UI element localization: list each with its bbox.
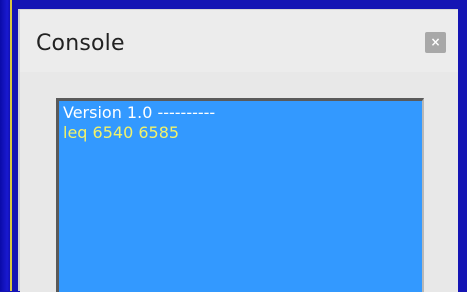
console-content: Version 1.0 ---------- leq 6540 6585 [20, 72, 458, 292]
console-window: Console × Version 1.0 ---------- leq 654… [18, 9, 458, 292]
background-edge [0, 0, 12, 291]
console-line-command: leq 6540 6585 [63, 123, 180, 142]
close-button[interactable]: × [425, 32, 446, 53]
console-titlebar: Console × [20, 10, 458, 72]
window-title: Console [36, 31, 125, 56]
console-output[interactable]: Version 1.0 ---------- leq 6540 6585 [56, 98, 424, 292]
console-line-version: Version 1.0 ---------- [63, 103, 216, 122]
close-icon: × [430, 35, 441, 49]
